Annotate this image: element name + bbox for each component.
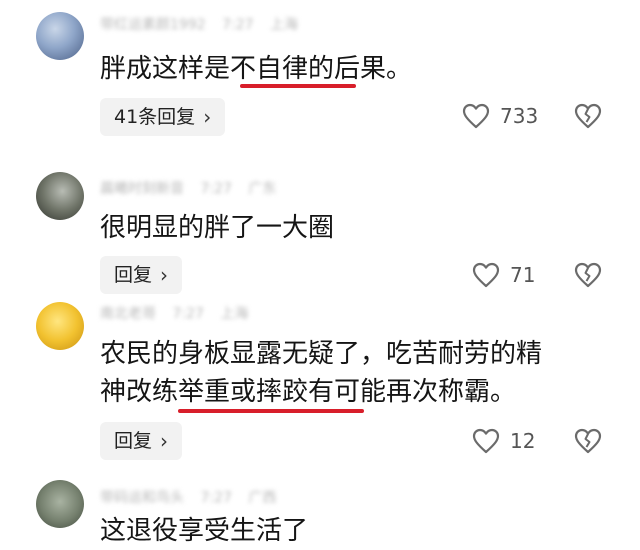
red-underline — [178, 409, 364, 413]
broken-heart-icon — [574, 262, 602, 288]
avatar[interactable] — [36, 480, 84, 528]
dislike-button[interactable] — [574, 262, 602, 288]
comment-text: 这退役享受生活了 — [100, 512, 620, 550]
reply-label: 回复 — [114, 430, 153, 452]
comment-text-line: 这退役享受生活了 — [100, 516, 309, 546]
location: 上海 — [220, 306, 249, 322]
comment-text: 农民的身板显露无疑了，吃苦耐劳的精 神改练举重或摔跤有可能再次称霸。 — [100, 335, 620, 411]
comment-text: 胖成这样是不自律的后果。 — [100, 50, 620, 88]
username: 南北老哥 — [100, 306, 156, 322]
timestamp: 7:27 — [200, 490, 232, 506]
timestamp: 7:27 — [222, 17, 254, 33]
timestamp: 7:27 — [172, 306, 204, 322]
comment-text-line: 神改练举重或摔跤有可能再次称霸。 — [100, 377, 517, 407]
reply-label: 41条回复 — [114, 106, 196, 128]
location: 广东 — [248, 181, 277, 197]
comment-meta: 带红运素颜1992 7:27 上海 — [100, 14, 310, 34]
username: 晨曦时刻新音 — [100, 181, 184, 197]
view-replies-button[interactable]: 41条回复 › — [100, 98, 226, 136]
avatar[interactable] — [36, 302, 84, 350]
heart-outline-icon — [462, 103, 490, 129]
location: 上海 — [270, 17, 298, 33]
username: 带码运和鸟头 — [100, 490, 184, 506]
chevron-right-icon: › — [203, 105, 212, 129]
comment-text-line: 胖成这样是不自律的后果。 — [100, 54, 413, 84]
dislike-button[interactable] — [574, 428, 602, 454]
reply-label: 回复 — [114, 264, 153, 286]
comment-meta: 晨曦时刻新音 7:27 广东 — [100, 178, 288, 198]
heart-outline-icon — [472, 428, 500, 454]
highlighted-text: 不自律的 — [230, 54, 335, 84]
reply-button[interactable]: 回复 › — [100, 256, 183, 294]
comment-text-line: 农民的身板显露无疑了，吃苦耐劳的精 — [100, 339, 543, 369]
location: 广西 — [248, 490, 277, 506]
chevron-right-icon: › — [160, 429, 169, 453]
broken-heart-icon — [574, 428, 602, 454]
comment-text: 很明显的胖了一大圈 — [100, 209, 620, 247]
timestamp: 7:27 — [200, 181, 232, 197]
comment-meta: 带码运和鸟头 7:27 广西 — [100, 487, 288, 507]
username: 带红运素颜1992 — [100, 17, 206, 33]
like-button[interactable]: 733 — [462, 103, 538, 129]
like-count: 733 — [500, 104, 539, 128]
like-count: 71 — [510, 263, 536, 287]
chevron-right-icon: › — [160, 263, 169, 287]
like-count: 12 — [510, 429, 536, 453]
like-button[interactable]: 12 — [472, 428, 535, 454]
heart-outline-icon — [472, 262, 500, 288]
comment-meta: 南北老哥 7:27 上海 — [100, 303, 260, 323]
avatar[interactable] — [36, 172, 84, 220]
avatar[interactable] — [36, 12, 84, 60]
comment-text-line: 很明显的胖了一大圈 — [100, 213, 335, 243]
reply-button[interactable]: 回复 › — [100, 422, 183, 460]
dislike-button[interactable] — [574, 103, 602, 129]
highlighted-text: 练举重或摔跤有 — [152, 377, 335, 407]
broken-heart-icon — [574, 103, 602, 129]
red-underline — [240, 84, 356, 88]
like-button[interactable]: 71 — [472, 262, 535, 288]
